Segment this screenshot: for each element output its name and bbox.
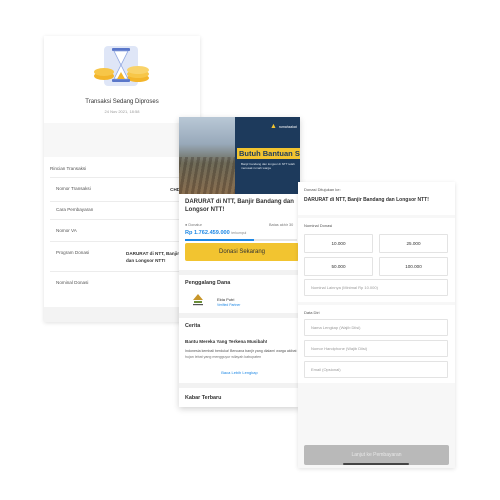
section-divider [179, 383, 300, 388]
fund-manager-title: Penggalang Dana [185, 280, 231, 286]
amount-raised: Rp 1.762.459.000 terkumpul [185, 230, 246, 236]
row-label: Nominal Donasi [56, 280, 89, 285]
section-divider [179, 270, 300, 275]
transaction-status-screen: Transaksi Sedang Diproses 24 Nov 2021, 1… [44, 36, 200, 322]
next-section-title: Kabar Terbaru [185, 395, 222, 401]
other-amount-input[interactable]: Nominal Lainnya (Minimal Rp 10.000) [304, 279, 448, 296]
donation-form-screen: Donasi Ditujukan ke: DARURAT di NTT, Ban… [298, 182, 455, 468]
full-name-input[interactable]: Nama Lengkap (Wajib Diisi) [304, 319, 448, 336]
read-more-link[interactable]: Baca Lebih Lengkap [179, 370, 300, 375]
story-section-title: Cerita [185, 323, 201, 329]
amount-option-50000[interactable]: 50.000 [304, 257, 373, 276]
receipt-title: Rincian Transaksi [50, 166, 87, 171]
organization-logo[interactable] [191, 293, 205, 307]
continue-to-payment-button[interactable]: Lanjut ke Pembayaran [304, 445, 449, 465]
donation-progress-bar [185, 239, 297, 241]
status-title: Transaksi Sedang Diproses [85, 99, 159, 105]
email-input[interactable]: Email (Opsional) [304, 361, 448, 378]
row-label: Nomor Transaksi [56, 186, 91, 191]
verified-badge: Verified Partner [217, 303, 241, 307]
amount-label: Nominal Donasi [304, 223, 333, 228]
receipt-row-payment-method: Cara Pembayaran [50, 201, 200, 219]
org-logo-icon: ▲ [270, 123, 277, 130]
personal-data-label: Data Diri [304, 310, 320, 315]
row-label: Program Donasi [56, 250, 90, 255]
hourglass-coins-icon [94, 46, 149, 86]
status-footer [44, 307, 200, 322]
campaign-target-label: Donasi Ditujukan ke: [304, 187, 341, 192]
receipt-row-program: Program Donasi DARURAT di NTT, Banjir Ba… [50, 241, 200, 271]
status-header: Transaksi Sedang Diproses 24 Nov 2021, 1… [44, 36, 200, 123]
story-title: Bantu Mereka Yang Terkena Musibah! [185, 339, 268, 344]
amount-option-100000[interactable]: 100.000 [379, 257, 448, 276]
banner-logo-text: rumahzakat [279, 125, 297, 129]
donation-progress-fill [185, 239, 255, 241]
row-label: Nomor VA [56, 228, 77, 233]
home-indicator [343, 463, 409, 465]
donor-count-label: Donatur [188, 223, 202, 227]
organization-name[interactable]: Ekta Putri [217, 297, 234, 302]
banner-subtext: Banjir bandang dan longsor di NTT telah … [241, 162, 295, 170]
story-fade [179, 355, 300, 367]
campaign-target-title: DARURAT di NTT, Banjir Bandang dan Longs… [304, 197, 429, 203]
amount-raised-value: Rp 1.762.459.000 [185, 230, 230, 236]
user-icon: ● [185, 223, 188, 227]
banner-headline: Butuh Bantuan Segera! [237, 148, 300, 159]
receipt-row-transaction-number: Nomor Transaksi CHD0210524 [50, 177, 200, 201]
time-left: Batas akhir 30 [269, 223, 294, 227]
phone-input[interactable]: Nomor Handphone (Wajib Diisi) [304, 340, 448, 357]
donate-now-button[interactable]: Donasi Sekarang [185, 243, 299, 261]
campaign-banner: ▲ rumahzakat Butuh Bantuan Segera! Banji… [179, 117, 300, 194]
amount-option-25000[interactable]: 25.000 [379, 234, 448, 253]
campaign-title: DARURAT di NTT, Banjir Bandang dan Longs… [185, 199, 294, 213]
receipt-row-va-number: Nomor VA 0597910 [50, 219, 200, 241]
donor-count: ● Donatur [185, 223, 202, 227]
receipt-row-nominal: Nominal Donasi 25. [50, 271, 200, 293]
amount-raised-note: terkumpul [231, 231, 247, 235]
section-divider [179, 313, 300, 318]
row-label: Cara Pembayaran [56, 207, 94, 212]
amount-option-10000[interactable]: 10.000 [304, 234, 373, 253]
status-date: 24 Nov 2021, 18:58 [104, 109, 140, 114]
flood-photo [179, 117, 235, 194]
campaign-detail-screen: ▲ rumahzakat Butuh Bantuan Segera! Banji… [179, 117, 300, 407]
